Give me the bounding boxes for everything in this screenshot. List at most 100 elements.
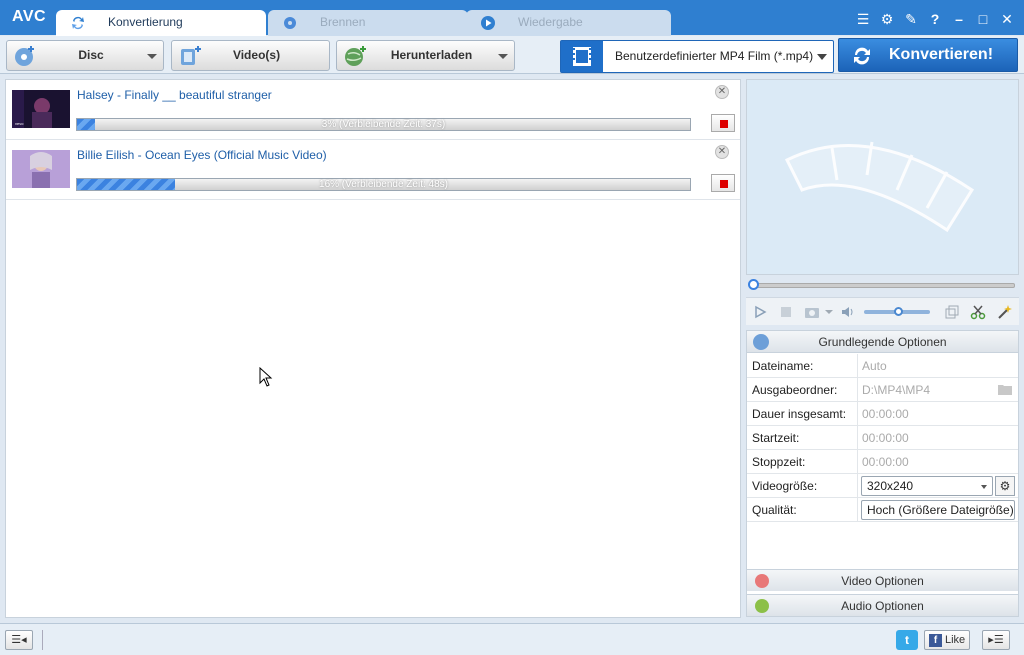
film-strip-icon xyxy=(561,41,603,72)
film-reel-icon xyxy=(784,141,975,233)
videos-label: Video(s) xyxy=(232,48,281,62)
settings-gear-icon[interactable]: ⚙ xyxy=(878,10,896,28)
output-profile-select[interactable]: Benutzerdefinierter MP4 Film (*.mp4) xyxy=(560,40,834,73)
collapse-right-button[interactable]: ▸☰ xyxy=(982,630,1010,650)
progress-text: 16% (Verbleibende Zeit: 48s) xyxy=(319,179,448,190)
folder-icon[interactable] xyxy=(998,383,1012,395)
play-tab-icon xyxy=(481,16,495,30)
download-button[interactable]: Herunterladen xyxy=(336,40,515,71)
list-item[interactable]: vevo Halsey - Finally __ beautiful stran… xyxy=(6,80,740,140)
row-divider xyxy=(857,498,858,522)
row-divider xyxy=(857,450,858,474)
download-label: Herunterladen xyxy=(390,48,473,62)
basic-options-header[interactable]: Grundlegende Optionen xyxy=(747,331,1018,353)
option-row-stop-time[interactable]: Stoppzeit: 00:00:00 xyxy=(747,450,1018,474)
chevron-down-icon[interactable] xyxy=(817,54,827,60)
remove-item-close-icon[interactable]: ✕ xyxy=(715,145,729,159)
volume-handle[interactable] xyxy=(894,307,903,316)
disc-tab-icon xyxy=(284,17,296,29)
option-row-output-folder[interactable]: Ausgabeordner: D:\MP4\MP4 xyxy=(747,378,1018,402)
camera-icon[interactable] xyxy=(804,304,820,320)
video-thumbnail xyxy=(12,150,70,188)
globe-add-icon xyxy=(345,46,366,66)
minimize-icon[interactable]: – xyxy=(950,10,968,28)
seek-slider[interactable] xyxy=(746,279,1019,291)
convert-tab-icon xyxy=(72,16,84,30)
option-label: Ausgabeordner: xyxy=(752,383,838,397)
option-label: Stoppzeit: xyxy=(752,455,806,469)
tab-label: Konvertierung xyxy=(108,15,183,29)
video-size-select[interactable]: 320x240 xyxy=(861,476,993,496)
option-label: Videogröße: xyxy=(752,479,818,493)
row-divider xyxy=(857,378,858,402)
add-videos-button[interactable]: Video(s) xyxy=(171,40,330,71)
menu-list-icon[interactable]: ☰ xyxy=(854,10,872,28)
player-controls xyxy=(746,297,1019,325)
stop-time-field[interactable]: 00:00:00 xyxy=(862,455,909,469)
video-options-header[interactable]: Video Optionen xyxy=(747,569,1018,591)
video-title: Halsey - Finally __ beautiful stranger xyxy=(77,88,272,102)
chevron-down-icon[interactable] xyxy=(147,54,157,59)
window-controls: ☰ ⚙ ✎ ? – □ ✕ xyxy=(854,10,1016,28)
disc-add-icon xyxy=(15,46,34,66)
app-logo: AVC xyxy=(12,8,47,25)
option-row-duration: Dauer insgesamt: 00:00:00 xyxy=(747,402,1018,426)
volume-icon[interactable] xyxy=(840,304,856,320)
tab-wiedergabe[interactable]: Wiedergabe xyxy=(466,10,671,36)
audio-options-label: Audio Optionen xyxy=(841,599,924,613)
video-size-value: 320x240 xyxy=(867,479,914,493)
tab-brennen[interactable]: Brennen xyxy=(268,10,468,36)
tab-konvertierung[interactable]: Konvertierung xyxy=(56,10,266,36)
basic-options-label: Grundlegende Optionen xyxy=(818,335,947,349)
close-icon[interactable]: ✕ xyxy=(998,10,1016,28)
quality-select[interactable]: Hoch (Größere Dateigröße) xyxy=(861,500,1015,520)
stop-button[interactable] xyxy=(711,174,735,192)
convert-button[interactable]: Konvertieren! xyxy=(838,38,1018,72)
copy-icon[interactable] xyxy=(944,304,960,320)
collapse-left-button[interactable]: ☰◂ xyxy=(5,630,33,650)
title-bar: AVC Konvertierung Brennen Wiedergabe ☰ ⚙… xyxy=(0,0,1024,36)
chevron-down-icon[interactable] xyxy=(498,54,508,59)
status-bar: ☰◂ t f Like ▸☰ xyxy=(0,623,1024,655)
audio-options-header[interactable]: Audio Optionen xyxy=(747,594,1018,616)
toolbar: Disc Video(s) Herunterladen Benutzerdefi… xyxy=(0,36,1024,74)
start-time-field[interactable]: 00:00:00 xyxy=(862,431,909,445)
duration-value: 00:00:00 xyxy=(862,407,909,421)
option-row-start-time[interactable]: Startzeit: 00:00:00 xyxy=(747,426,1018,450)
maximize-icon[interactable]: □ xyxy=(974,10,992,28)
twitter-icon[interactable]: t xyxy=(896,630,918,650)
add-disc-button[interactable]: Disc xyxy=(6,40,164,71)
tab-label: Brennen xyxy=(320,15,366,29)
chevron-down-icon[interactable] xyxy=(824,304,834,320)
magic-wand-icon[interactable] xyxy=(996,304,1012,320)
stop-button[interactable] xyxy=(711,114,735,132)
stop-icon[interactable] xyxy=(778,304,794,320)
scissors-icon[interactable] xyxy=(970,304,986,320)
remove-item-close-icon[interactable]: ✕ xyxy=(715,85,729,99)
option-row-quality[interactable]: Qualität: Hoch (Größere Dateigröße) xyxy=(747,498,1018,522)
option-row-video-size[interactable]: Videogröße: 320x240 ⚙ xyxy=(747,474,1018,498)
video-size-settings-gear-icon[interactable]: ⚙ xyxy=(995,476,1015,496)
help-button[interactable]: ? xyxy=(926,10,944,28)
facebook-icon: f xyxy=(929,634,942,647)
option-row-filename[interactable]: Dateiname: Auto xyxy=(747,354,1018,378)
tools-key-icon[interactable]: ✎ xyxy=(902,10,920,28)
video-options-icon xyxy=(755,574,769,588)
output-folder-field[interactable]: D:\MP4\MP4 xyxy=(862,383,930,397)
row-divider xyxy=(857,426,858,450)
seek-handle[interactable] xyxy=(748,279,759,290)
option-label: Dauer insgesamt: xyxy=(752,407,847,421)
volume-slider[interactable] xyxy=(864,307,930,316)
audio-options-icon xyxy=(755,599,769,613)
facebook-like-button[interactable]: f Like xyxy=(924,630,970,650)
status-divider xyxy=(42,630,43,650)
profile-label: Benutzerdefinierter MP4 Film (*.mp4) xyxy=(615,49,814,63)
row-divider xyxy=(857,354,858,378)
svg-text:vevo: vevo xyxy=(15,121,24,126)
filename-field[interactable]: Auto xyxy=(862,359,887,373)
play-icon[interactable] xyxy=(752,304,768,320)
quality-value: Hoch (Größere Dateigröße) xyxy=(867,503,1014,517)
progress-bar: 3% (Verbleibende Zeit: 37s) xyxy=(76,118,691,131)
row-divider xyxy=(857,474,858,498)
list-item[interactable]: Billie Eilish - Ocean Eyes (Official Mus… xyxy=(6,140,740,200)
